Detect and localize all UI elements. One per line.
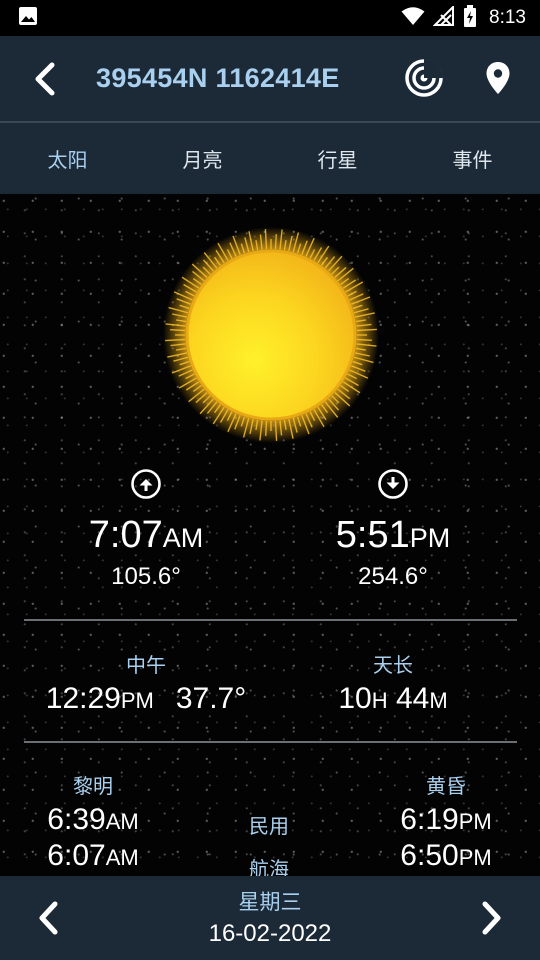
noon-label: 中午 [126,653,166,677]
radar-icon [405,59,443,97]
signal-icon [432,4,455,30]
back-button[interactable] [22,57,66,101]
next-day-button[interactable] [470,896,514,940]
date-label[interactable]: 16-02-2022 [0,920,540,948]
weekday-label: 星期三 [238,890,302,914]
battery-icon [463,5,477,31]
sunset-azimuth: 254.6° [358,563,428,590]
radar-button[interactable] [402,56,446,100]
sunrise-block: 7:07AM 105.6° [26,468,266,591]
sunrise-azimuth: 105.6° [111,563,181,590]
chevron-right-icon [482,901,501,935]
tab-planets[interactable]: 行星 [270,123,405,194]
dusk-column: 黄昏 6:19PM 6:50PM [326,770,540,873]
noon-time: 12:29PM 37.7° [45,682,247,715]
image-notification-icon [18,6,38,30]
wifi-icon [401,6,425,30]
status-time: 8:13 [489,7,526,28]
tab-moon[interactable]: 月亮 [135,123,270,194]
date-navigation-bar: 星期三 16-02-2022 [0,876,540,960]
app-bar: 395454N 1162414E [0,36,540,121]
location-coordinates: 395454N 1162414E [96,63,340,93]
day-length-label: 天长 [373,653,413,677]
tab-sun[interactable]: 太阳 [0,123,135,194]
nautical-dusk-time: 6:50PM [400,839,492,872]
sunrise-arrow-up-icon [130,468,162,500]
location-pin-icon [486,62,510,94]
tab-bar: 太阳 月亮 行星 事件 [0,123,540,194]
sunset-block: 5:51PM 254.6° [273,468,513,591]
civil-dusk-time: 6:19PM [400,803,492,836]
day-length-block: 天长 10H 44M [273,649,513,716]
sun-info-panel: 7:07AM 105.6° 5:51PM 254.6° 中午 12:29PM 37… [0,194,540,876]
dusk-label: 黄昏 [426,774,466,798]
sun-image [160,224,382,446]
dawn-label: 黎明 [73,774,113,798]
section-divider-2 [24,741,517,743]
chevron-left-icon [35,62,55,95]
sunrise-time: 7:07AM [88,514,204,556]
section-divider [24,619,517,621]
status-bar: 8:13 [0,0,540,36]
sunset-time: 5:51PM [335,514,451,556]
tab-events[interactable]: 事件 [405,123,540,194]
day-length-value: 10H 44M [338,682,448,715]
sunset-arrow-down-icon [377,468,409,500]
location-button[interactable] [476,56,520,100]
noon-block: 中午 12:29PM 37.7° [26,649,266,716]
